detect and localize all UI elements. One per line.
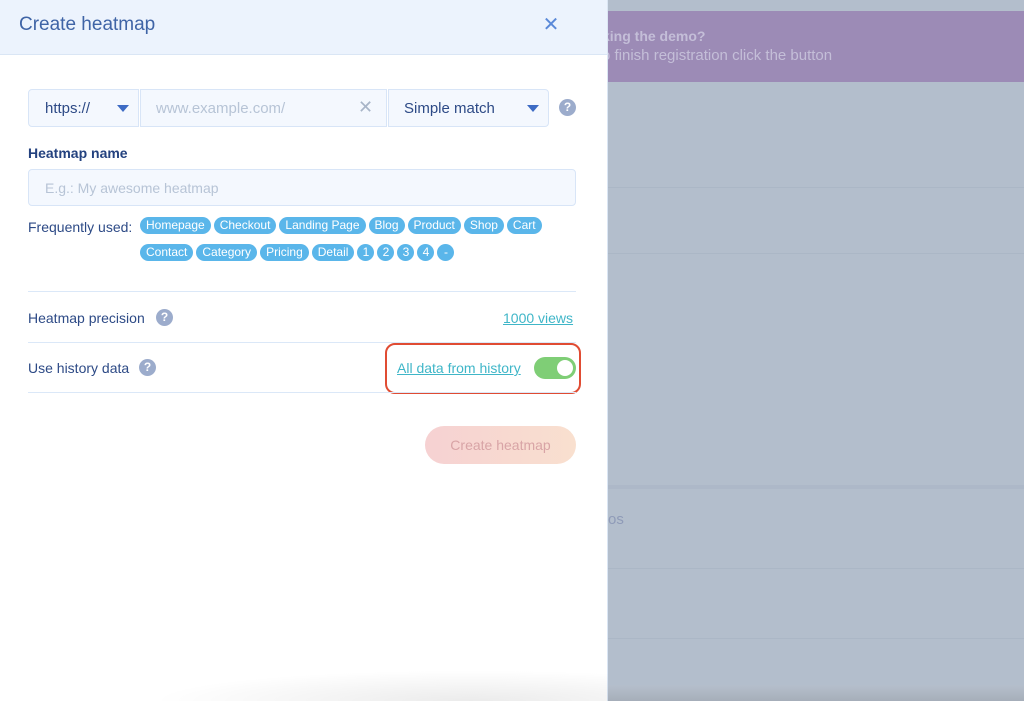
toggle-knob bbox=[557, 360, 573, 376]
background-app: king the demo? o finish registration cli… bbox=[602, 0, 1024, 701]
tag-chip[interactable]: Shop bbox=[463, 217, 504, 234]
panel-shadow bbox=[150, 670, 608, 701]
protocol-select[interactable]: https:// bbox=[28, 89, 139, 127]
tag-chip[interactable]: Landing Page bbox=[279, 217, 366, 234]
tag-chip[interactable]: Product bbox=[407, 217, 461, 234]
heatmap-name-label: Heatmap name bbox=[28, 145, 128, 161]
tag-chip[interactable]: 2 bbox=[377, 244, 395, 261]
url-row: https:// ✕ Simple match bbox=[28, 89, 549, 127]
divider bbox=[28, 291, 576, 292]
url-input-wrapper: ✕ bbox=[140, 89, 387, 127]
match-type-value: Simple match bbox=[404, 100, 495, 117]
tag-chip[interactable]: 1 bbox=[357, 244, 375, 261]
url-input[interactable] bbox=[141, 90, 351, 126]
question-circle-icon[interactable]: ? bbox=[139, 359, 156, 376]
protocol-value: https:// bbox=[45, 100, 91, 117]
close-icon: ✕ bbox=[542, 14, 560, 36]
history-toggle[interactable] bbox=[534, 357, 576, 379]
divider bbox=[608, 485, 1024, 489]
question-circle-icon[interactable]: ? bbox=[156, 309, 173, 326]
create-heatmap-button[interactable]: Create heatmap bbox=[425, 426, 576, 464]
demo-banner: king the demo? o finish registration cli… bbox=[602, 11, 1024, 82]
demo-banner-title: king the demo? bbox=[602, 28, 706, 44]
heatmap-precision-label: Heatmap precision bbox=[28, 310, 145, 326]
divider bbox=[28, 392, 576, 393]
background-partial-text: os bbox=[608, 511, 624, 528]
divider bbox=[608, 253, 1024, 254]
tag-chip[interactable]: - bbox=[437, 244, 455, 261]
tag-chip[interactable]: Cart bbox=[506, 217, 542, 234]
demo-banner-text: o finish registration click the button bbox=[602, 47, 833, 64]
tag-chip[interactable]: Homepage bbox=[140, 217, 211, 234]
tag-chip[interactable]: Blog bbox=[368, 217, 405, 234]
tag-chip[interactable]: 3 bbox=[397, 244, 415, 261]
close-button[interactable]: ✕ bbox=[541, 14, 561, 36]
tag-chip[interactable]: Pricing bbox=[260, 244, 309, 261]
create-heatmap-panel: Create heatmap ✕ https:// ✕ Simple match… bbox=[0, 0, 608, 701]
tag-chip[interactable]: Category bbox=[196, 244, 258, 261]
precision-link[interactable]: 1000 views bbox=[503, 310, 573, 326]
question-circle-icon[interactable]: ? bbox=[559, 99, 576, 116]
divider bbox=[28, 342, 576, 343]
chevron-down-icon bbox=[527, 105, 539, 112]
use-history-label: Use history data bbox=[28, 360, 130, 376]
tag-chip[interactable]: Checkout bbox=[213, 217, 277, 234]
divider bbox=[608, 638, 1024, 639]
frequently-used-tags: Homepage Checkout Landing Page Blog Product S… bbox=[140, 217, 570, 261]
background-footer bbox=[608, 685, 1024, 701]
panel-header: Create heatmap ✕ bbox=[0, 0, 607, 55]
frequently-used-label: Frequently used: bbox=[28, 219, 133, 235]
tag-chip[interactable]: 4 bbox=[417, 244, 435, 261]
tag-chip[interactable]: Detail bbox=[311, 244, 355, 261]
chevron-down-icon bbox=[117, 105, 129, 112]
panel-title: Create heatmap bbox=[19, 14, 156, 35]
divider bbox=[608, 187, 1024, 188]
clear-icon[interactable]: ✕ bbox=[358, 97, 373, 118]
tag-chip[interactable]: Contact bbox=[140, 244, 194, 261]
divider bbox=[608, 568, 1024, 569]
match-type-select[interactable]: Simple match bbox=[388, 89, 549, 127]
history-data-link[interactable]: All data from history bbox=[397, 360, 521, 376]
heatmap-name-input[interactable] bbox=[28, 169, 576, 206]
